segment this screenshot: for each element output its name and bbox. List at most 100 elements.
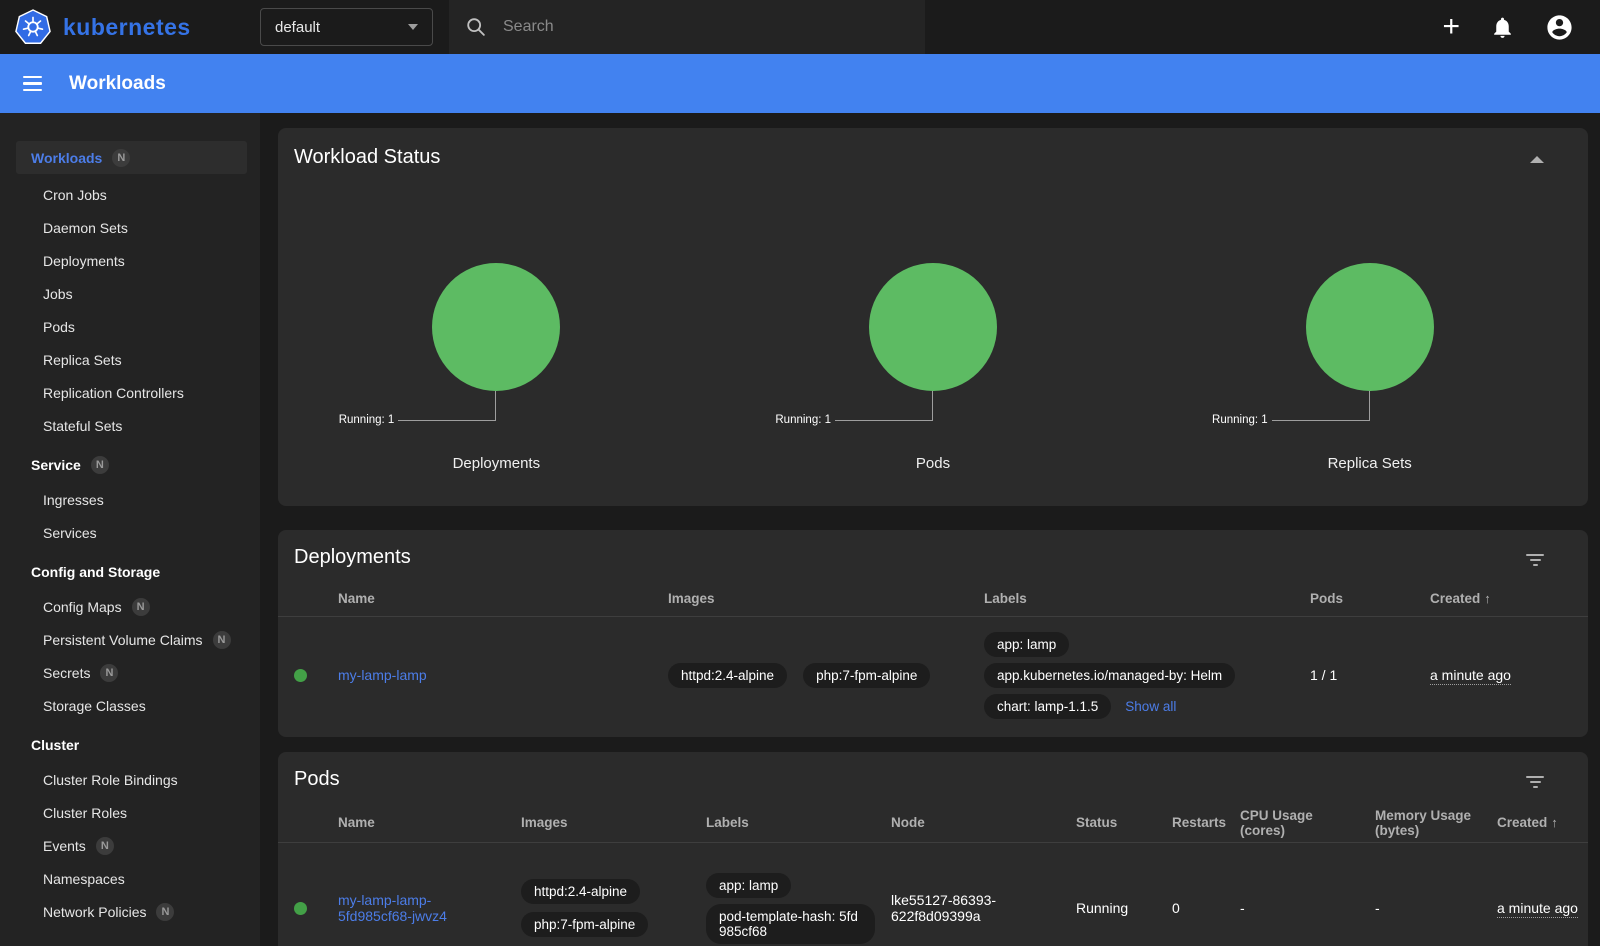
- sidebar-item-storage-classes[interactable]: Storage Classes: [0, 689, 247, 722]
- search-bar[interactable]: [449, 0, 925, 54]
- deployments-pie-chart: Running: 1 Deployments: [278, 263, 715, 472]
- deployments-title: Deployments: [278, 530, 1588, 569]
- user-avatar-icon[interactable]: [1545, 13, 1574, 42]
- pod-restarts: 0: [1172, 900, 1240, 916]
- search-icon: [465, 16, 487, 38]
- image-chip: php:7-fpm-alpine: [803, 663, 930, 688]
- workload-status-card: Workload Status Running: 1 Deployments: [278, 128, 1588, 506]
- sidebar-item-pods[interactable]: Pods: [0, 310, 247, 343]
- namespaced-badge: N: [96, 837, 114, 855]
- notifications-bell-icon[interactable]: [1490, 15, 1515, 40]
- image-chip: httpd:2.4-alpine: [521, 879, 640, 904]
- sidebar-item-secrets[interactable]: Secrets N: [0, 656, 247, 689]
- chevron-down-icon: [408, 24, 418, 30]
- show-all-link[interactable]: Show all: [1125, 699, 1176, 714]
- chart-label: Deployments: [453, 455, 541, 472]
- sidebar-item-config-and-storage[interactable]: Config and Storage: [0, 555, 247, 588]
- pie-annotation: Running: 1: [336, 414, 394, 426]
- workload-status-charts: Running: 1 Deployments Running: 1 Pods: [278, 263, 1588, 472]
- pie-annotation: Running: 1: [1210, 414, 1268, 426]
- sidebar-item-replication-controllers[interactable]: Replication Controllers: [0, 376, 247, 409]
- pod-memory-usage: -: [1375, 900, 1497, 916]
- image-chip: httpd:2.4-alpine: [668, 663, 787, 688]
- namespace-value: default: [275, 19, 320, 36]
- column-memory-usage: Memory Usage (bytes): [1375, 808, 1497, 838]
- sidebar-item-jobs[interactable]: Jobs: [0, 277, 247, 310]
- deployment-name-link[interactable]: my-lamp-lamp: [338, 667, 427, 683]
- namespaced-badge: N: [100, 664, 118, 682]
- sidebar-item-cluster-roles[interactable]: Cluster Roles: [0, 796, 247, 829]
- status-ok-icon: [294, 902, 307, 915]
- menu-icon[interactable]: [19, 72, 46, 95]
- label-chip: app: lamp: [706, 873, 791, 898]
- column-created[interactable]: Created↑: [1497, 815, 1588, 830]
- create-resource-icon[interactable]: +: [1442, 15, 1460, 39]
- sort-asc-icon: ↑: [1551, 815, 1558, 830]
- sort-asc-icon: ↑: [1484, 591, 1491, 606]
- pods-title: Pods: [278, 752, 1588, 791]
- workload-status-title: Workload Status: [278, 128, 1588, 169]
- filter-icon[interactable]: [1526, 554, 1544, 566]
- namespace-selector[interactable]: default: [260, 8, 433, 46]
- sidebar-item-ingresses[interactable]: Ingresses: [0, 483, 247, 516]
- column-labels: Labels: [706, 815, 891, 830]
- column-status: Status: [1076, 815, 1172, 830]
- pie-annotation: Running: 1: [773, 414, 831, 426]
- sidebar-item-config-maps[interactable]: Config Maps N: [0, 590, 247, 623]
- replica-sets-pie-chart: Running: 1 Replica Sets: [1151, 263, 1588, 472]
- sidebar-item-cluster-role-bindings[interactable]: Cluster Role Bindings: [0, 763, 247, 796]
- sidebar-item-daemon-sets[interactable]: Daemon Sets: [0, 211, 247, 244]
- column-images: Images: [668, 591, 984, 606]
- chart-label: Pods: [916, 455, 950, 472]
- page-title: Workloads: [69, 73, 166, 95]
- sidebar-item-persistent-volume-claims[interactable]: Persistent Volume Claims N: [0, 623, 247, 656]
- pie-running-slice: [869, 263, 997, 391]
- sidebar-item-cron-jobs[interactable]: Cron Jobs: [0, 178, 247, 211]
- deployments-table-header: Name Images Labels Pods Created↑: [278, 581, 1588, 617]
- pod-name-link[interactable]: my-lamp-lamp-5fd985cf68-jwvz4: [338, 892, 505, 924]
- namespaced-badge: N: [112, 149, 130, 167]
- sidebar-item-replica-sets[interactable]: Replica Sets: [0, 343, 247, 376]
- appbar-actions: +: [1442, 13, 1574, 42]
- column-cpu-usage: CPU Usage (cores): [1240, 808, 1375, 838]
- column-created[interactable]: Created↑: [1430, 591, 1588, 606]
- sidebar-item-workloads[interactable]: Workloads N: [16, 141, 247, 174]
- pods-table-header: Name Images Labels Node Status Restarts …: [278, 803, 1588, 843]
- sidebar-item-services[interactable]: Services: [0, 516, 247, 549]
- chart-label: Replica Sets: [1328, 455, 1412, 472]
- filter-icon[interactable]: [1526, 776, 1544, 788]
- namespaced-badge: N: [91, 456, 109, 474]
- sidebar-item-network-policies[interactable]: Network Policies N: [0, 895, 247, 928]
- namespaced-badge: N: [213, 631, 231, 649]
- pods-card: Pods Name Images Labels Node Status Rest…: [278, 752, 1588, 946]
- status-ok-icon: [294, 669, 307, 682]
- sidebar-item-service[interactable]: Service N: [0, 448, 247, 481]
- sidebar-item-cluster[interactable]: Cluster: [0, 728, 247, 761]
- brand-text: kubernetes: [63, 14, 191, 41]
- column-pods: Pods: [1310, 591, 1430, 606]
- sidebar-item-events[interactable]: Events N: [0, 829, 247, 862]
- label-chip: app.kubernetes.io/managed-by: Helm: [984, 663, 1235, 688]
- sidebar-item-deployments[interactable]: Deployments: [0, 244, 247, 277]
- pods-count: 1 / 1: [1310, 667, 1430, 683]
- pods-pie-chart: Running: 1 Pods: [715, 263, 1152, 472]
- pod-cpu-usage: -: [1240, 900, 1375, 916]
- page-toolbar: Workloads: [0, 54, 1600, 113]
- pod-status: Running: [1076, 900, 1172, 916]
- sidebar: Workloads N Cron Jobs Daemon Sets Deploy…: [0, 113, 260, 946]
- sidebar-item-stateful-sets[interactable]: Stateful Sets: [0, 409, 247, 442]
- kubernetes-logo[interactable]: kubernetes: [14, 9, 260, 46]
- app-bar: kubernetes default +: [0, 0, 1600, 54]
- column-name[interactable]: Name: [338, 815, 521, 830]
- node-name: lke55127-86393-622f8d09399a: [891, 892, 1016, 924]
- label-chip: chart: lamp-1.1.5: [984, 694, 1111, 719]
- search-input[interactable]: [503, 18, 909, 36]
- deployments-card: Deployments Name Images Labels Pods Crea…: [278, 530, 1588, 737]
- sidebar-item-namespaces[interactable]: Namespaces: [0, 862, 247, 895]
- collapse-card-button[interactable]: [1530, 156, 1544, 164]
- column-labels: Labels: [984, 591, 1310, 606]
- column-name[interactable]: Name: [338, 591, 668, 606]
- label-chip: app: lamp: [984, 632, 1069, 657]
- column-node: Node: [891, 815, 1076, 830]
- chevron-up-icon: [1530, 156, 1544, 163]
